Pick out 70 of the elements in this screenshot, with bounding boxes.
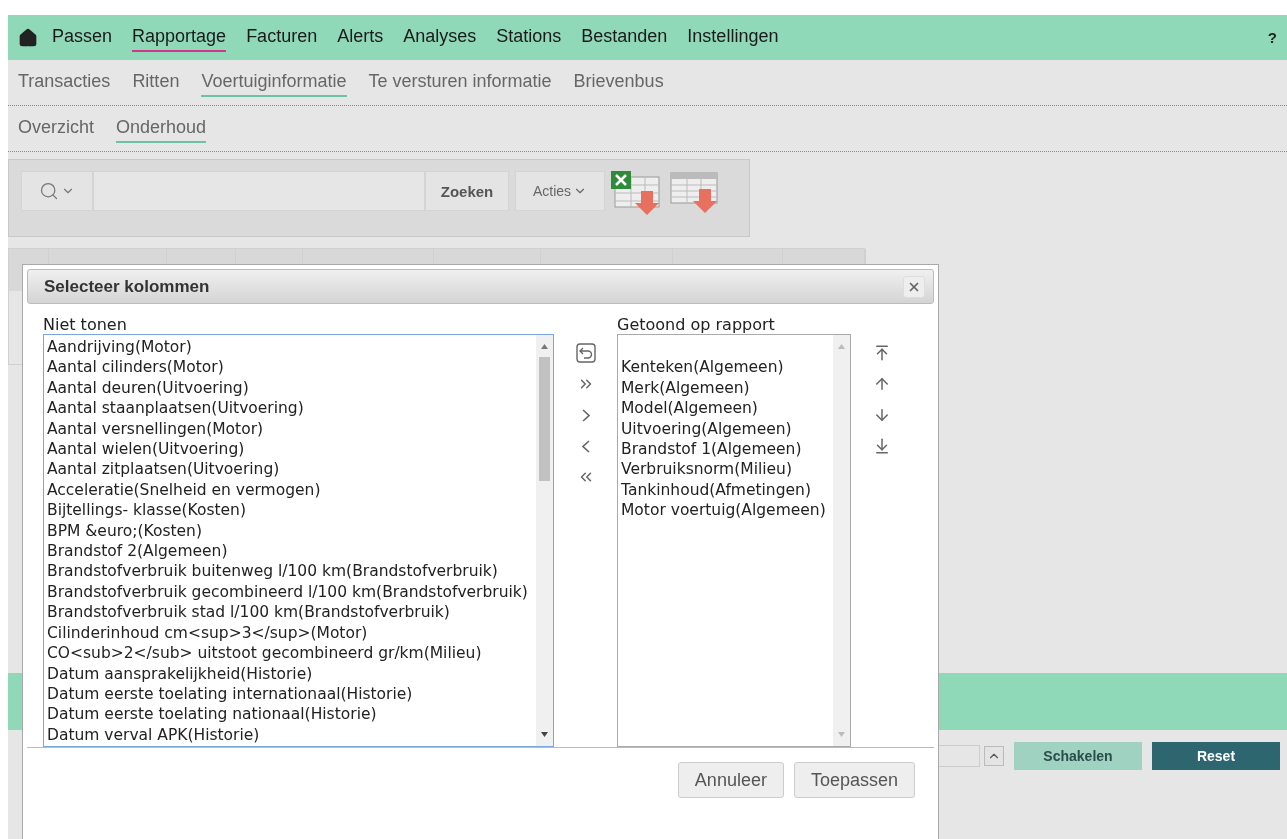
undo-icon (575, 343, 596, 363)
list-option[interactable]: Aantal staanplaatsen(Uitvoering) (47, 398, 533, 419)
arrow-to-top-icon (873, 344, 891, 362)
subnav-item[interactable]: Brievenbus (573, 68, 664, 97)
list-option[interactable]: Aantal deuren(Uitvoering) (47, 377, 533, 399)
nav-item[interactable]: Bestanden (581, 23, 668, 52)
dialog-title: Selecteer kolommen (44, 276, 210, 297)
arrow-to-bottom-icon (873, 437, 891, 455)
search-icon (39, 181, 59, 201)
subnav-item[interactable]: Ritten (132, 68, 180, 97)
nav-item[interactable]: Rapportage (132, 23, 227, 52)
scrollbar[interactable] (833, 335, 850, 746)
list-option[interactable]: Datum eerste toelating internationaal(Historie) (47, 683, 533, 705)
list-option[interactable]: BPM &euro;(Kosten) (47, 520, 533, 542)
list-option[interactable]: Datum aansprakelijkheid(Historie) (47, 663, 533, 684)
excel-export-icon[interactable] (611, 171, 663, 217)
shown-columns-list[interactable]: Kenteken(Algemeen) Merk(Algemeen) Model(Algemeen) Uitvoering(Algemeen) Brandstof 1(Algemeen) Verbruiksnorm(Milieu) Tankinhoud(Afmetingen) Motor voertuig(Algemeen) (617, 334, 851, 747)
hidden-columns-list[interactable] (43, 334, 554, 747)
tab[interactable]: Onderhoud (116, 114, 207, 143)
list-option[interactable]: Datum verval APK(Historie) (47, 724, 533, 746)
up-button[interactable] (984, 746, 1004, 766)
nav-item[interactable]: Stations (496, 23, 562, 52)
arrow-down-icon (873, 406, 891, 424)
switch-button[interactable]: Schakelen (1014, 742, 1142, 770)
list-option[interactable]: Brandstofverbruik buitenweg l/100 km(Brandstofverbruik) (47, 561, 533, 582)
list-option[interactable]: Brandstofverbruik gecombineerd l/100 km(Brandstofverbruik) (47, 581, 533, 603)
subnav-item[interactable]: Voertuiginformatie (201, 68, 347, 97)
subnav-item[interactable]: Transacties (18, 68, 111, 97)
nav-item[interactable]: Passen (52, 23, 113, 52)
search-button[interactable]: Zoeken (425, 171, 509, 211)
dialog-button[interactable]: Annuleer (677, 762, 784, 798)
close-button[interactable] (903, 275, 925, 298)
list-option[interactable]: Bijtellings- klasse(Kosten) (47, 500, 533, 521)
list-option[interactable]: Aantal zitplaatsen(Uitvoering) (47, 459, 533, 480)
help-link[interactable]: ? (1267, 29, 1277, 46)
list-option[interactable]: Aantal cilinders(Motor) (47, 357, 533, 378)
undo-button[interactable] (573, 341, 598, 365)
list-option[interactable]: Merk(Algemeen) (621, 377, 830, 399)
tab[interactable]: Overzicht (18, 114, 95, 143)
list-option[interactable]: Brandstofverbruik stad l/100 km(Brandstofverbruik) (47, 602, 533, 623)
list-option[interactable]: Aandrijving(Motor) (47, 337, 533, 358)
list-option[interactable]: Acceleratie(Snelheid en vermogen) (47, 479, 533, 501)
table-export-icon[interactable] (669, 171, 721, 215)
list-option[interactable]: Verbruiksnorm(Milieu) (621, 459, 830, 480)
list-option[interactable]: Motor voertuig(Algemeen) (621, 500, 830, 521)
chevron-right-icon (581, 408, 590, 422)
list-option[interactable]: Brandstof 2(Algemeen) (47, 541, 533, 562)
list-option[interactable]: Model(Algemeen) (621, 398, 830, 419)
nav-item[interactable]: Alerts (337, 23, 384, 52)
nav-item[interactable]: Analyses (403, 23, 477, 52)
list-option[interactable]: CO<sub>2</sub> uitstoot gecombineerd gr/km(Milieu) (47, 643, 533, 664)
reset-button[interactable]: Reset (1152, 742, 1280, 770)
home-icon[interactable] (18, 27, 38, 48)
list-option[interactable]: Tankinhoud(Afmetingen) (621, 479, 830, 501)
list-label: Getoond op rapport (617, 316, 776, 334)
subnav-item[interactable]: Te versturen informatie (368, 68, 552, 97)
list-option[interactable]: Aantal versnellingen(Motor) (47, 418, 533, 440)
chevron-left-icon (581, 439, 590, 453)
list-option[interactable]: Datum eerste toelating nationaal(Historie) (47, 704, 533, 725)
list-option[interactable]: Kenteken(Algemeen) (621, 357, 830, 378)
nav-item[interactable]: Facturen (246, 23, 318, 52)
scrollbar[interactable] (536, 335, 553, 746)
list-option[interactable]: Aantal wielen(Uitvoering) (47, 439, 533, 460)
actions-dropdown[interactable]: Acties (515, 171, 605, 211)
list-option[interactable]: Uitvoering(Algemeen) (621, 418, 830, 439)
list-option[interactable]: Cilinderinhoud cm<sup>3</sup>(Motor) (47, 622, 533, 644)
nav-item[interactable]: Instellingen (687, 23, 779, 52)
list-option[interactable]: Brandstof 1(Algemeen) (621, 439, 830, 460)
dialog-button[interactable]: Toepassen (793, 762, 915, 798)
list-label: Niet tonen (43, 316, 128, 334)
